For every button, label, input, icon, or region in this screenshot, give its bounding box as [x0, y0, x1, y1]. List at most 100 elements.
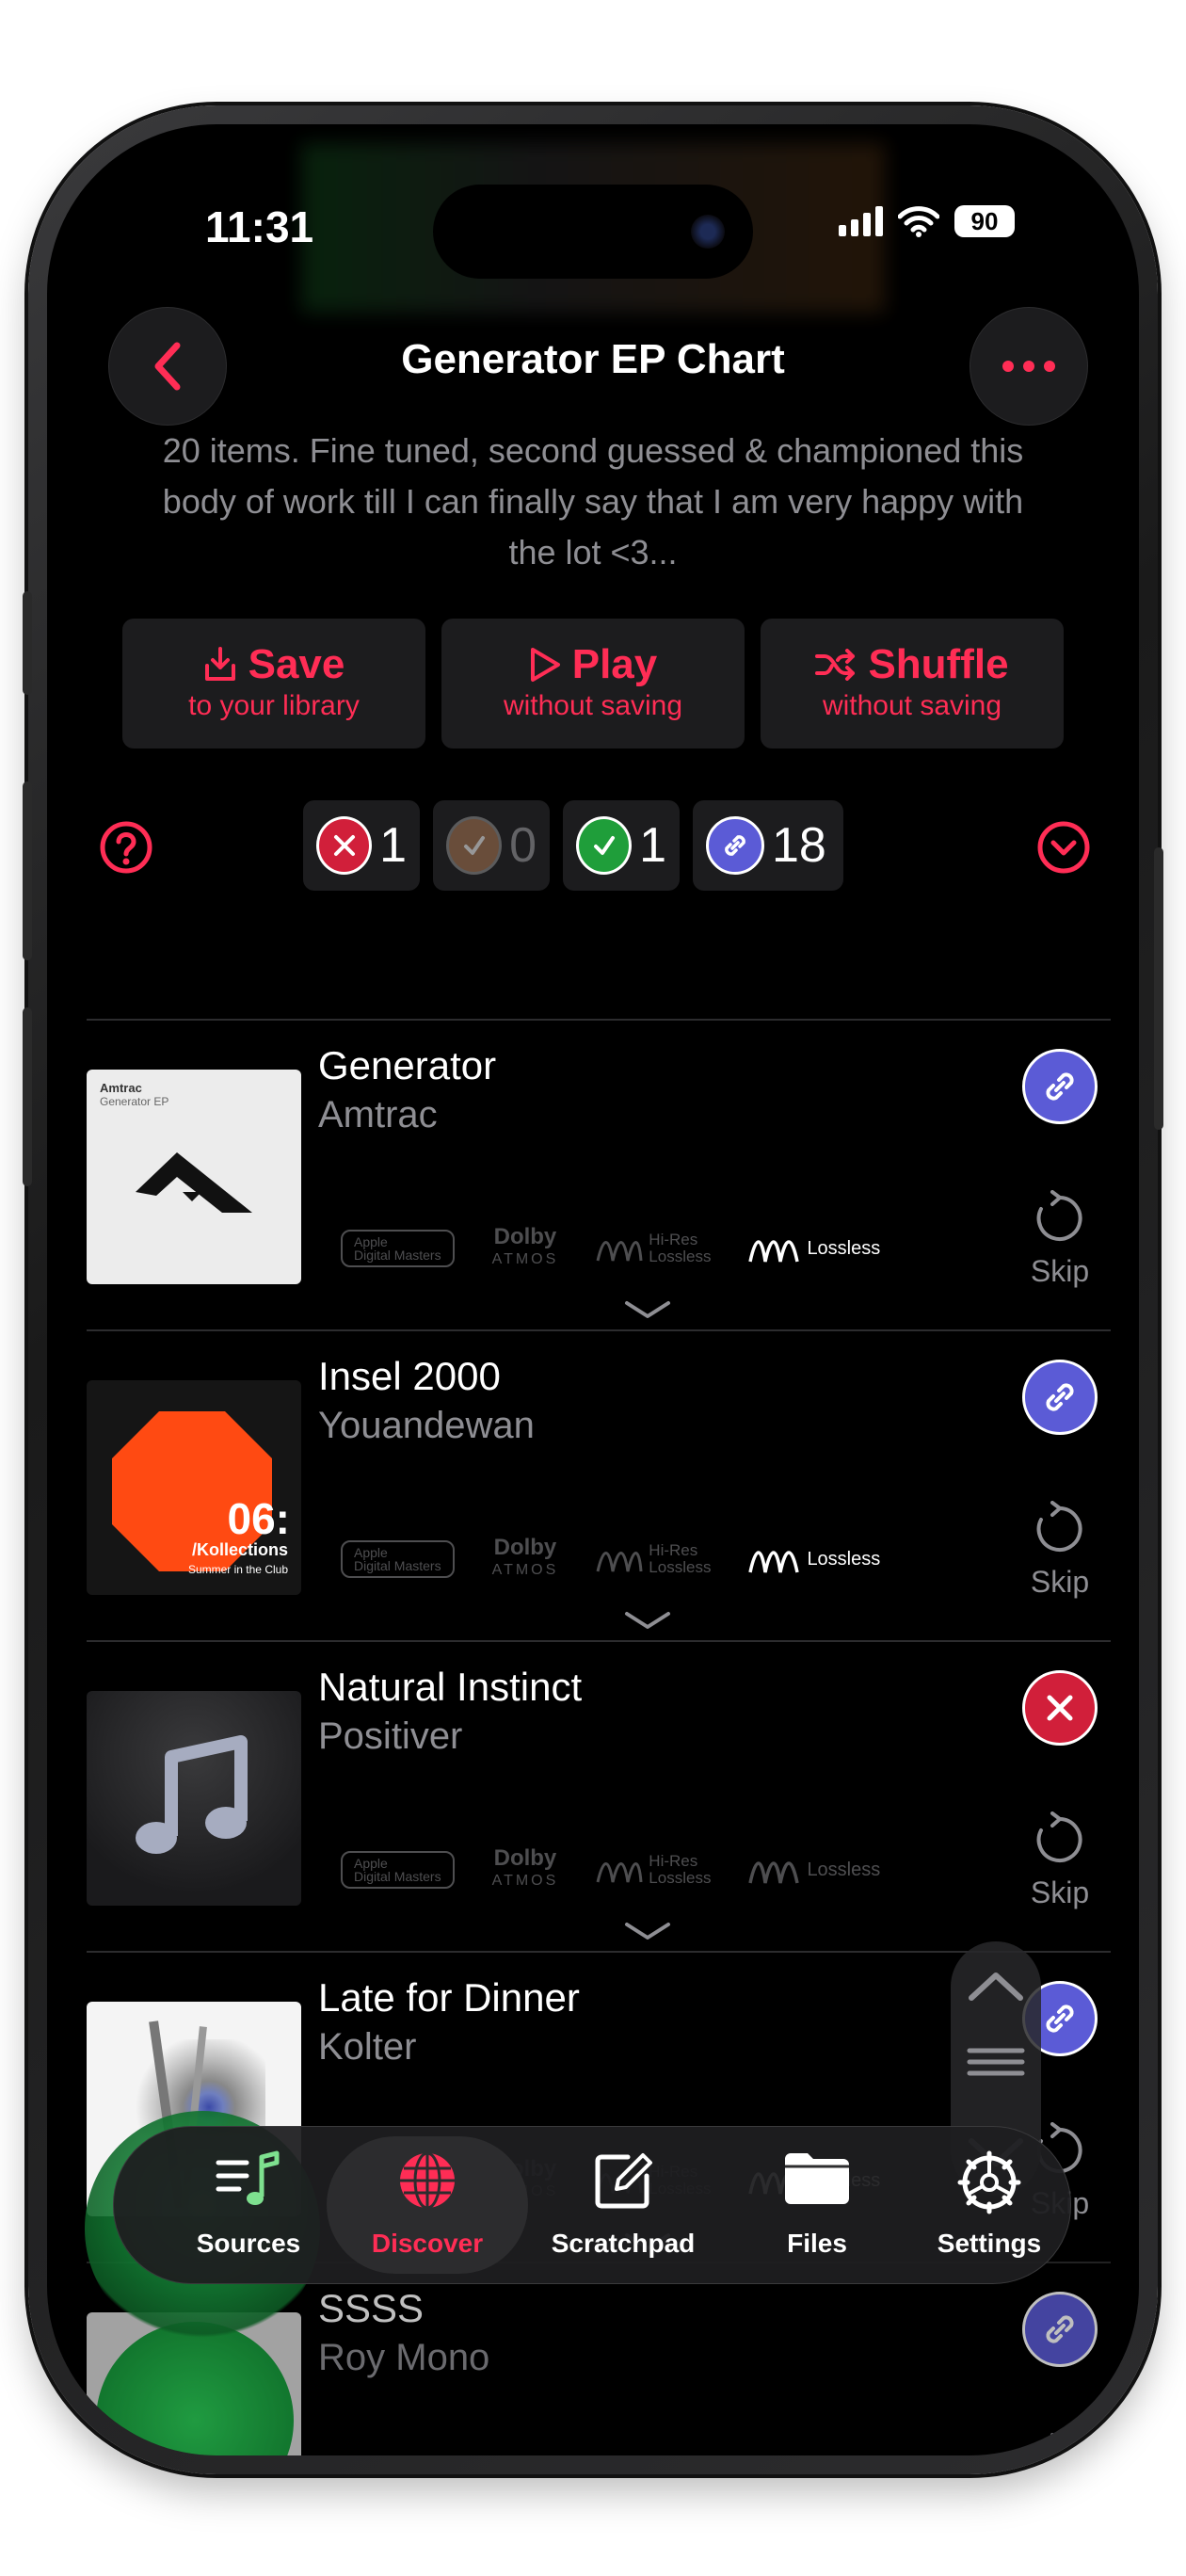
track-row[interactable]: Natural Instinct Positiver Apple Digital …	[87, 1640, 1111, 1953]
cellular-signal-icon	[839, 206, 883, 236]
art-label: /Kollections	[191, 1540, 288, 1559]
tab-sources[interactable]: Sources	[159, 2127, 338, 2283]
tab-scratchpad[interactable]: Scratchpad	[534, 2127, 713, 2283]
dolby-atmos-badge: DolbyATMOS	[491, 1535, 559, 1579]
chevron-up-icon[interactable]	[966, 1970, 1026, 2004]
hi-res-lossless-badge: Hi-ResLossless	[596, 1232, 711, 1265]
lossless-wave-icon	[748, 1861, 800, 1884]
drag-handle-icon[interactable]	[966, 2047, 1026, 2085]
shuffle-icon	[815, 649, 856, 681]
match-status-button[interactable]	[1022, 2292, 1098, 2367]
apple-digital-masters-badge: AppleDigital Masters	[341, 1540, 455, 1578]
pending-icon	[446, 816, 503, 875]
chevron-down-icon[interactable]	[623, 1921, 672, 1941]
tab-files-label: Files	[787, 2229, 847, 2258]
hi-res-lossless-badge: Hi-ResLossless	[596, 1853, 711, 1887]
hi-res-lossless-badge: Hi-ResLossless	[596, 1542, 711, 1576]
audio-quality-badges: AppleDigital Masters DolbyATMOS Hi-ResLo…	[341, 1226, 880, 1271]
tab-files[interactable]: Files	[728, 2127, 906, 2283]
track-row[interactable]: 06: /Kollections Summer in the Club Inse…	[87, 1329, 1111, 1642]
apple-digital-masters-badge: AppleDigital Masters	[341, 1230, 455, 1267]
lossless-badge: Lossless	[748, 1544, 880, 1574]
pending-count[interactable]: 0	[433, 800, 550, 891]
skip-button[interactable]: Skip	[1022, 1190, 1098, 1289]
lossless-badge: Lossless	[748, 1855, 880, 1885]
matched-icon	[576, 816, 633, 875]
apple-digital-masters-badge: AppleDigital Masters	[341, 1851, 455, 1889]
globe-icon	[400, 2151, 455, 2210]
link-icon	[1046, 2315, 1074, 2343]
volume-up-button	[23, 781, 32, 960]
status-icons: 90	[839, 205, 1015, 237]
track-title: Insel 2000	[318, 1354, 501, 1398]
track-artist: Amtrac	[318, 1094, 438, 1135]
play-sublabel: without saving	[503, 690, 683, 721]
shuffle-label: Shuffle	[868, 641, 1009, 687]
audio-quality-badges: AppleDigital Masters DolbyATMOS Hi-ResLo…	[341, 1537, 880, 1582]
skip-button[interactable]: Skip	[1022, 1811, 1098, 1910]
battery-indicator: 90	[954, 205, 1015, 237]
status-time: 11:31	[205, 202, 314, 251]
tab-discover[interactable]: Discover	[338, 2127, 517, 2283]
chevron-down-circle-icon[interactable]	[1037, 821, 1090, 874]
skip-button[interactable]: Skip	[1022, 1501, 1098, 1600]
failed-count-value: 1	[379, 818, 407, 873]
failed-count[interactable]: 1	[303, 800, 420, 891]
pending-count-value: 0	[509, 818, 537, 873]
lossless-wave-icon	[748, 1551, 800, 1573]
tab-bar: Sources Discover Scratchpad Files Settin…	[113, 2126, 1071, 2284]
tab-settings-label: Settings	[937, 2229, 1042, 2258]
track-row[interactable]: Amtrac Generator EP Generator Amtrac App…	[87, 1019, 1111, 1331]
track-title: SSSS	[318, 2286, 425, 2330]
lossless-wave-icon	[596, 1241, 643, 1262]
wifi-icon	[898, 206, 939, 237]
track-title: Generator	[318, 1043, 497, 1087]
chevron-down-icon[interactable]	[623, 1299, 672, 1320]
match-status-button[interactable]	[1022, 1360, 1098, 1435]
download-icon	[204, 647, 235, 681]
match-status-button[interactable]	[1022, 1049, 1098, 1124]
save-button[interactable]: Save to your library	[122, 619, 425, 749]
album-artwork: 06: /Kollections Summer in the Club	[87, 1380, 301, 1595]
tab-sources-label: Sources	[196, 2229, 301, 2258]
album-artwork: Amtrac Generator EP	[87, 1070, 301, 1284]
play-icon	[530, 648, 560, 682]
lossless-wave-icon	[596, 1862, 643, 1883]
linked-count[interactable]: 18	[693, 800, 843, 891]
play-button[interactable]: Play without saving	[441, 619, 745, 749]
dolby-atmos-badge: DolbyATMOS	[491, 1224, 559, 1268]
screen: 11:31 90 Generator EP Chart 20 items. Fi…	[47, 124, 1139, 2455]
matched-count-value: 1	[639, 818, 666, 873]
art-label: Generator EP	[100, 1095, 169, 1108]
help-icon[interactable]	[100, 821, 152, 874]
anjunadeep-logo	[136, 1152, 252, 1213]
gear-icon	[957, 2150, 1021, 2214]
page-title: Generator EP Chart	[401, 336, 785, 382]
linked-count-value: 18	[772, 818, 826, 873]
track-artist: Youandewan	[318, 1405, 535, 1446]
power-button	[1154, 847, 1163, 1130]
close-icon	[1047, 1695, 1073, 1721]
link-icon	[706, 816, 764, 875]
failed-icon	[316, 816, 373, 875]
lossless-wave-icon	[748, 1240, 800, 1263]
shuffle-button[interactable]: Shuffle without saving	[761, 619, 1064, 749]
track-artist: Roy Mono	[318, 2337, 490, 2378]
tab-settings[interactable]: Settings	[900, 2127, 1079, 2283]
skip-button[interactable]: Skip	[1022, 2433, 1098, 2455]
playlist-description: 20 items. Fine tuned, second guessed & c…	[162, 431, 1024, 572]
compose-icon	[595, 2153, 652, 2209]
matched-count[interactable]: 1	[563, 800, 680, 891]
chevron-down-icon[interactable]	[623, 1610, 672, 1631]
refresh-icon	[1036, 1811, 1082, 1862]
shuffle-sublabel: without saving	[822, 690, 1002, 721]
match-status-button[interactable]	[1022, 1670, 1098, 1746]
music-note-icon	[136, 1735, 248, 1854]
refresh-icon	[1036, 1190, 1082, 1241]
skip-label: Skip	[1030, 1876, 1090, 1909]
skip-label: Skip	[1030, 1254, 1090, 1288]
action-button	[23, 591, 32, 695]
camera-icon	[691, 215, 725, 249]
folder-icon	[785, 2153, 849, 2204]
link-icon	[1046, 2004, 1074, 2033]
